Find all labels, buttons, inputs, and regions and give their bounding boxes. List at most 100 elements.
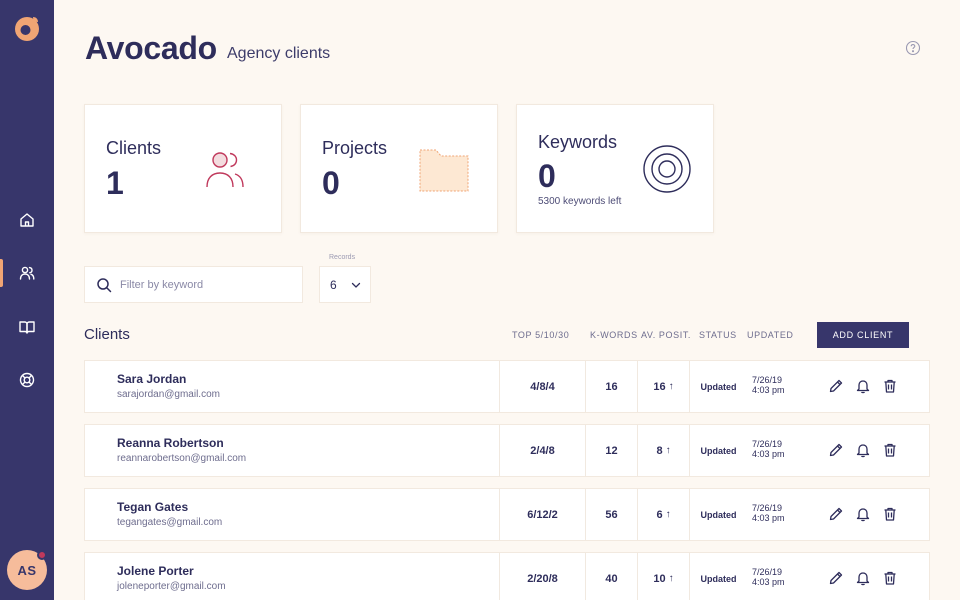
sidebar-item-home[interactable] <box>0 200 54 240</box>
top-cell: 2/4/8 <box>499 425 585 476</box>
updated-date: 7/26/19 <box>752 503 783 513</box>
pencil-icon <box>829 571 843 585</box>
delete-button[interactable] <box>881 377 899 395</box>
client-name: Jolene Porter <box>117 564 194 578</box>
bell-icon <box>856 380 870 394</box>
arrow-up-icon: ↑ <box>668 381 674 392</box>
top-cell: 4/8/4 <box>499 361 585 412</box>
updated-time: 4:03 pm <box>752 577 785 587</box>
updated-time: 4:03 pm <box>752 513 785 523</box>
updated-date: 7/26/19 <box>752 567 783 577</box>
updated-cell: 7/26/19 4:03 pm <box>752 439 785 459</box>
edit-button[interactable] <box>827 569 845 587</box>
client-email: reannarobertson@gmail.com <box>117 453 247 464</box>
avpos-value: 6 <box>656 508 663 521</box>
avpos-cell: 10 ↑ <box>637 553 689 600</box>
delete-button[interactable] <box>881 441 899 459</box>
keywords-card: Keywords 0 5300 keywords left <box>516 104 714 233</box>
card-value: 0 <box>322 165 340 201</box>
column-header-updated[interactable]: UPDATED <box>747 330 794 340</box>
updated-cell: 7/26/19 4:03 pm <box>752 375 785 395</box>
avpos-value: 8 <box>656 444 663 457</box>
lifebuoy-icon <box>19 372 35 388</box>
user-avatar[interactable]: AS <box>7 550 47 590</box>
client-name: Sara Jordan <box>117 372 187 386</box>
column-header-status[interactable]: STATUS <box>699 330 737 340</box>
users-icon <box>19 266 35 280</box>
chevron-down-icon <box>351 282 361 288</box>
main-content: Avocado Agency clients Clients 1 Project… <box>54 0 960 600</box>
search-input[interactable] <box>120 278 290 291</box>
bell-icon <box>856 444 870 458</box>
card-value: 1 <box>106 165 124 201</box>
arrow-up-icon: ↑ <box>668 573 674 584</box>
avpos-value: 10 <box>653 572 666 585</box>
bell-icon <box>856 508 870 522</box>
sidebar-item-clients[interactable] <box>0 253 54 293</box>
home-icon <box>20 213 34 227</box>
edit-button[interactable] <box>827 441 845 459</box>
notify-button[interactable] <box>854 569 872 587</box>
trash-icon <box>884 571 896 585</box>
projects-card: Projects 0 <box>300 104 498 233</box>
trash-icon <box>884 443 896 457</box>
updated-time: 4:03 pm <box>752 449 785 459</box>
avpos-cell: 16 ↑ <box>637 361 689 412</box>
edit-button[interactable] <box>827 377 845 395</box>
search-icon <box>97 277 112 292</box>
client-email: sarajordan@gmail.com <box>117 389 220 400</box>
kwords-cell: 40 <box>585 553 637 600</box>
avpos-cell: 6 ↑ <box>637 489 689 540</box>
sidebar-item-docs[interactable] <box>0 307 54 347</box>
arrow-up-icon: ↑ <box>665 445 671 456</box>
avocado-logo-icon[interactable] <box>13 14 41 42</box>
add-client-button[interactable]: ADD CLIENT <box>817 322 909 348</box>
client-email: tegangates@gmail.com <box>117 517 223 528</box>
notify-button[interactable] <box>854 505 872 523</box>
sidebar-item-support[interactable] <box>0 360 54 400</box>
kwords-cell: 56 <box>585 489 637 540</box>
folder-icon <box>419 149 469 192</box>
records-select[interactable]: 6 <box>319 266 371 303</box>
pencil-icon <box>829 443 843 457</box>
table-row[interactable]: Sara Jordan sarajordan@gmail.com 4/8/4 1… <box>84 360 930 413</box>
records-label: Records <box>329 254 356 261</box>
top-cell: 2/20/8 <box>499 553 585 600</box>
table-row[interactable]: Jolene Porter joleneporter@gmail.com 2/2… <box>84 552 930 600</box>
notify-button[interactable] <box>854 441 872 459</box>
kwords-cell: 16 <box>585 361 637 412</box>
book-icon <box>19 321 35 334</box>
kwords-cell: 12 <box>585 425 637 476</box>
column-header-top[interactable]: TOP 5/10/30 <box>512 330 569 340</box>
keywords-left: 5300 keywords left <box>538 196 622 207</box>
card-value: 0 <box>538 158 556 194</box>
column-header-avposit[interactable]: AV. POSIT. <box>641 330 691 340</box>
page-title: Avocado <box>85 30 217 66</box>
bell-icon <box>856 572 870 586</box>
page-subtitle: Agency clients <box>227 45 331 62</box>
updated-cell: 7/26/19 4:03 pm <box>752 503 785 523</box>
status-cell: Updated <box>689 361 747 412</box>
edit-button[interactable] <box>827 505 845 523</box>
status-cell: Updated <box>689 553 747 600</box>
card-label: Clients <box>106 138 162 158</box>
arrow-up-icon: ↑ <box>665 509 671 520</box>
delete-button[interactable] <box>881 505 899 523</box>
avatar-initials: AS <box>17 562 37 578</box>
table-row[interactable]: Reanna Robertson reannarobertson@gmail.c… <box>84 424 930 477</box>
help-icon[interactable] <box>905 40 921 56</box>
client-name: Reanna Robertson <box>117 436 224 450</box>
users-icon <box>206 152 244 188</box>
notification-dot <box>37 550 47 560</box>
delete-button[interactable] <box>881 569 899 587</box>
search-box[interactable] <box>84 266 303 303</box>
clients-card: Clients 1 <box>84 104 282 233</box>
column-header-kwords[interactable]: K-WORDS <box>590 330 638 340</box>
client-email: joleneporter@gmail.com <box>117 581 226 592</box>
updated-cell: 7/26/19 4:03 pm <box>752 567 785 587</box>
table-row[interactable]: Tegan Gates tegangates@gmail.com 6/12/2 … <box>84 488 930 541</box>
updated-date: 7/26/19 <box>752 375 783 385</box>
notify-button[interactable] <box>854 377 872 395</box>
pencil-icon <box>829 507 843 521</box>
clients-section-title: Clients <box>84 326 130 343</box>
